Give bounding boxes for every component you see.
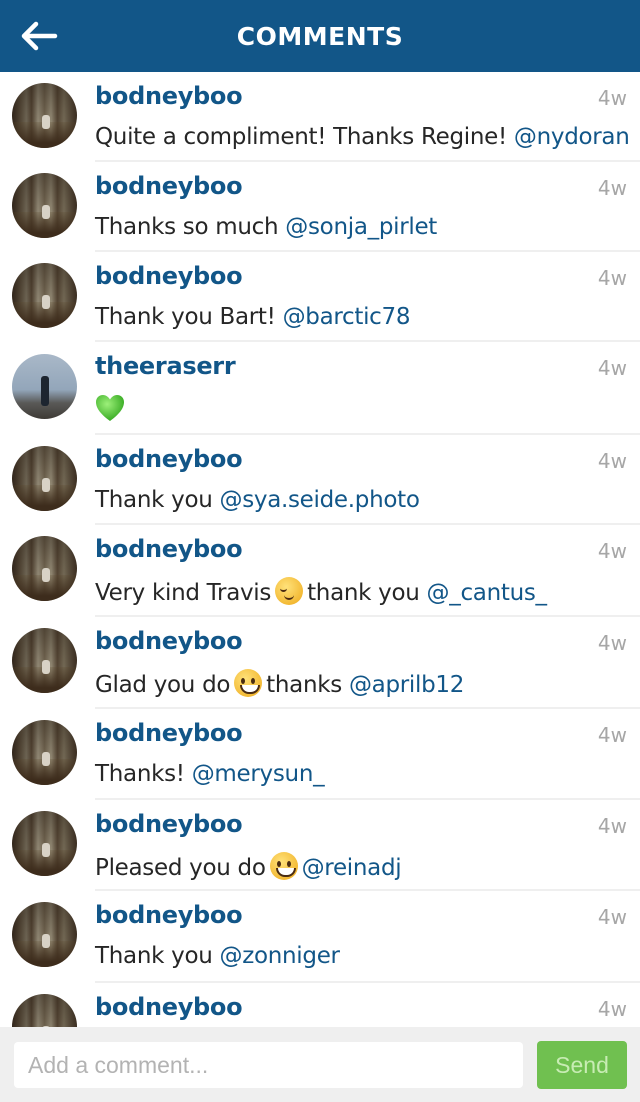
- comment-timestamp: 4w: [597, 86, 627, 110]
- comment-text-segment: Thank you: [95, 487, 220, 513]
- comment-list[interactable]: bodneyboo 4w Quite a compliment! Thanks Re…: [0, 72, 640, 1027]
- comment-text-segment: Thanks so much: [95, 214, 286, 240]
- avatar[interactable]: [12, 902, 77, 967]
- comment-timestamp: 4w: [597, 905, 627, 929]
- comment-timestamp: 4w: [597, 449, 627, 473]
- comment-body: bodneyboo 4w Thanks so much @sonja_pirlet: [95, 162, 640, 252]
- smile-emoji-icon: [234, 669, 263, 697]
- comment-username[interactable]: bodneyboo: [95, 901, 243, 929]
- comment-body: theeraserr 4w: [95, 342, 640, 435]
- comment-username[interactable]: bodneyboo: [95, 627, 243, 655]
- smile-emoji-icon: [269, 852, 298, 880]
- avatar[interactable]: [12, 173, 77, 238]
- mention-link[interactable]: @nydoran: [514, 124, 630, 150]
- comment-item: bodneyboo 4w Thank you @sya.seide.photo: [0, 435, 640, 525]
- comment-text-segment: Thank you Bart!: [95, 304, 283, 330]
- mention-link[interactable]: @sonja_pirlet: [285, 214, 437, 240]
- comment-timestamp: 4w: [597, 631, 627, 655]
- comment-body: bodneyboo 4w Very kind Travis thank you @_c…: [95, 525, 640, 617]
- comment-item: bodneyboo 4w Thanks so much @sonja_pirlet: [0, 162, 640, 252]
- send-button[interactable]: Send: [537, 1041, 627, 1089]
- mention-link[interactable]: @sya.seide.photo: [220, 487, 420, 513]
- mention-link[interactable]: @zonniger: [220, 943, 341, 969]
- comment-timestamp: 4w: [597, 266, 627, 290]
- back-button[interactable]: [18, 18, 60, 54]
- comment-body: bodneyboo 4w Quite a compliment! Thanks Re…: [95, 72, 640, 162]
- avatar[interactable]: [12, 446, 77, 511]
- comment-body: bodneyboo 4w Thank you @sya.seide.photo: [95, 435, 640, 525]
- comment-username[interactable]: bodneyboo: [95, 719, 243, 747]
- comment-username[interactable]: bodneyboo: [95, 535, 243, 563]
- comment-text-segment: thanks: [266, 672, 349, 698]
- comment-item: bodneyboo 4w Thanks! @merysun_: [0, 709, 640, 800]
- comment-timestamp: 4w: [597, 723, 627, 747]
- mention-link[interactable]: @reinadj: [302, 855, 402, 881]
- comment-text-segment: Pleased you do: [95, 855, 266, 881]
- comment-text-segment: Thanks!: [95, 761, 192, 787]
- comment-text: Thanks! @merysun_: [95, 761, 325, 787]
- comment-text: Thank you @sya.seide.photo: [95, 487, 420, 513]
- mention-link[interactable]: @_cantus_: [427, 580, 548, 606]
- comment-body: bodneyboo 4w Thank you Bart! @barctic78: [95, 252, 640, 342]
- comment-item: bodneyboo 4w Glad you do thanks @aprilb12: [0, 617, 640, 709]
- comment-body: bodneyboo 4w Thank you @zonniger: [95, 891, 640, 983]
- avatar[interactable]: [12, 83, 77, 148]
- comment-text: Thank you Bart! @barctic78: [95, 304, 411, 330]
- blush-emoji-icon: [275, 577, 304, 605]
- comment-item: bodneyboo 4w Pleased you do @reinadj: [0, 800, 640, 891]
- app-header: COMMENTS: [0, 0, 640, 72]
- comment-item: bodneyboo 4w Quite a compliment! Thanks Re…: [0, 72, 640, 162]
- comment-username[interactable]: theeraserr: [95, 352, 236, 380]
- avatar[interactable]: [12, 811, 77, 876]
- comment-username[interactable]: bodneyboo: [95, 810, 243, 838]
- avatar[interactable]: [12, 720, 77, 785]
- mention-link[interactable]: @barctic78: [283, 304, 411, 330]
- comment-body: bodneyboo 4w Glad you do thanks @aprilb12: [95, 617, 640, 709]
- avatar[interactable]: [12, 994, 77, 1027]
- comment-text: Pleased you do @reinadj: [95, 852, 402, 881]
- green-heart-emoji-icon: [96, 395, 124, 421]
- comment-text-segment: Very kind Travis: [95, 580, 272, 606]
- comment-timestamp: 4w: [597, 997, 627, 1021]
- comment-text-segment: Thank you: [95, 943, 220, 969]
- comment-body: bodneyboo 4w Thanks! @merysun_: [95, 709, 640, 800]
- avatar[interactable]: [12, 263, 77, 328]
- comment-text-segment: thank you: [307, 580, 427, 606]
- comment-username[interactable]: bodneyboo: [95, 82, 243, 110]
- comment-text: Very kind Travis thank you @_cantus_: [95, 577, 547, 606]
- arrow-left-icon: [21, 21, 58, 51]
- comment-item: bodneyboo 4w: [0, 983, 640, 1027]
- comment-item: theeraserr 4w: [0, 342, 640, 435]
- comment-item: bodneyboo 4w Thank you Bart! @barctic78: [0, 252, 640, 342]
- avatar[interactable]: [12, 354, 77, 419]
- comment-username[interactable]: bodneyboo: [95, 993, 243, 1021]
- comment-timestamp: 4w: [597, 176, 627, 200]
- mention-link[interactable]: @merysun_: [192, 761, 325, 787]
- comment-timestamp: 4w: [597, 539, 627, 563]
- comment-text-segment: Glad you do: [95, 672, 231, 698]
- comment-timestamp: 4w: [597, 814, 627, 838]
- comment-timestamp: 4w: [597, 356, 627, 380]
- comment-text: [95, 394, 125, 422]
- avatar[interactable]: [12, 536, 77, 601]
- comment-composer: Send: [0, 1027, 640, 1102]
- comment-text: Glad you do thanks @aprilb12: [95, 669, 464, 698]
- comment-text: Thanks so much @sonja_pirlet: [95, 214, 437, 240]
- comment-username[interactable]: bodneyboo: [95, 445, 243, 473]
- avatar[interactable]: [12, 628, 77, 693]
- comment-input[interactable]: [14, 1042, 523, 1088]
- comment-text: Quite a compliment! Thanks Regine! @nydo…: [95, 124, 630, 150]
- page-title: COMMENTS: [236, 21, 404, 51]
- comment-body: bodneyboo 4w Pleased you do @reinadj: [95, 800, 640, 891]
- comment-body: bodneyboo 4w: [95, 983, 640, 1027]
- comment-text: Thank you @zonniger: [95, 943, 340, 969]
- comment-username[interactable]: bodneyboo: [95, 172, 243, 200]
- comment-text-segment: Quite a compliment! Thanks Regine!: [95, 124, 514, 150]
- comment-username[interactable]: bodneyboo: [95, 262, 243, 290]
- comment-item: bodneyboo 4w Very kind Travis thank you @_c…: [0, 525, 640, 617]
- mention-link[interactable]: @aprilb12: [349, 672, 464, 698]
- comment-item: bodneyboo 4w Thank you @zonniger: [0, 891, 640, 983]
